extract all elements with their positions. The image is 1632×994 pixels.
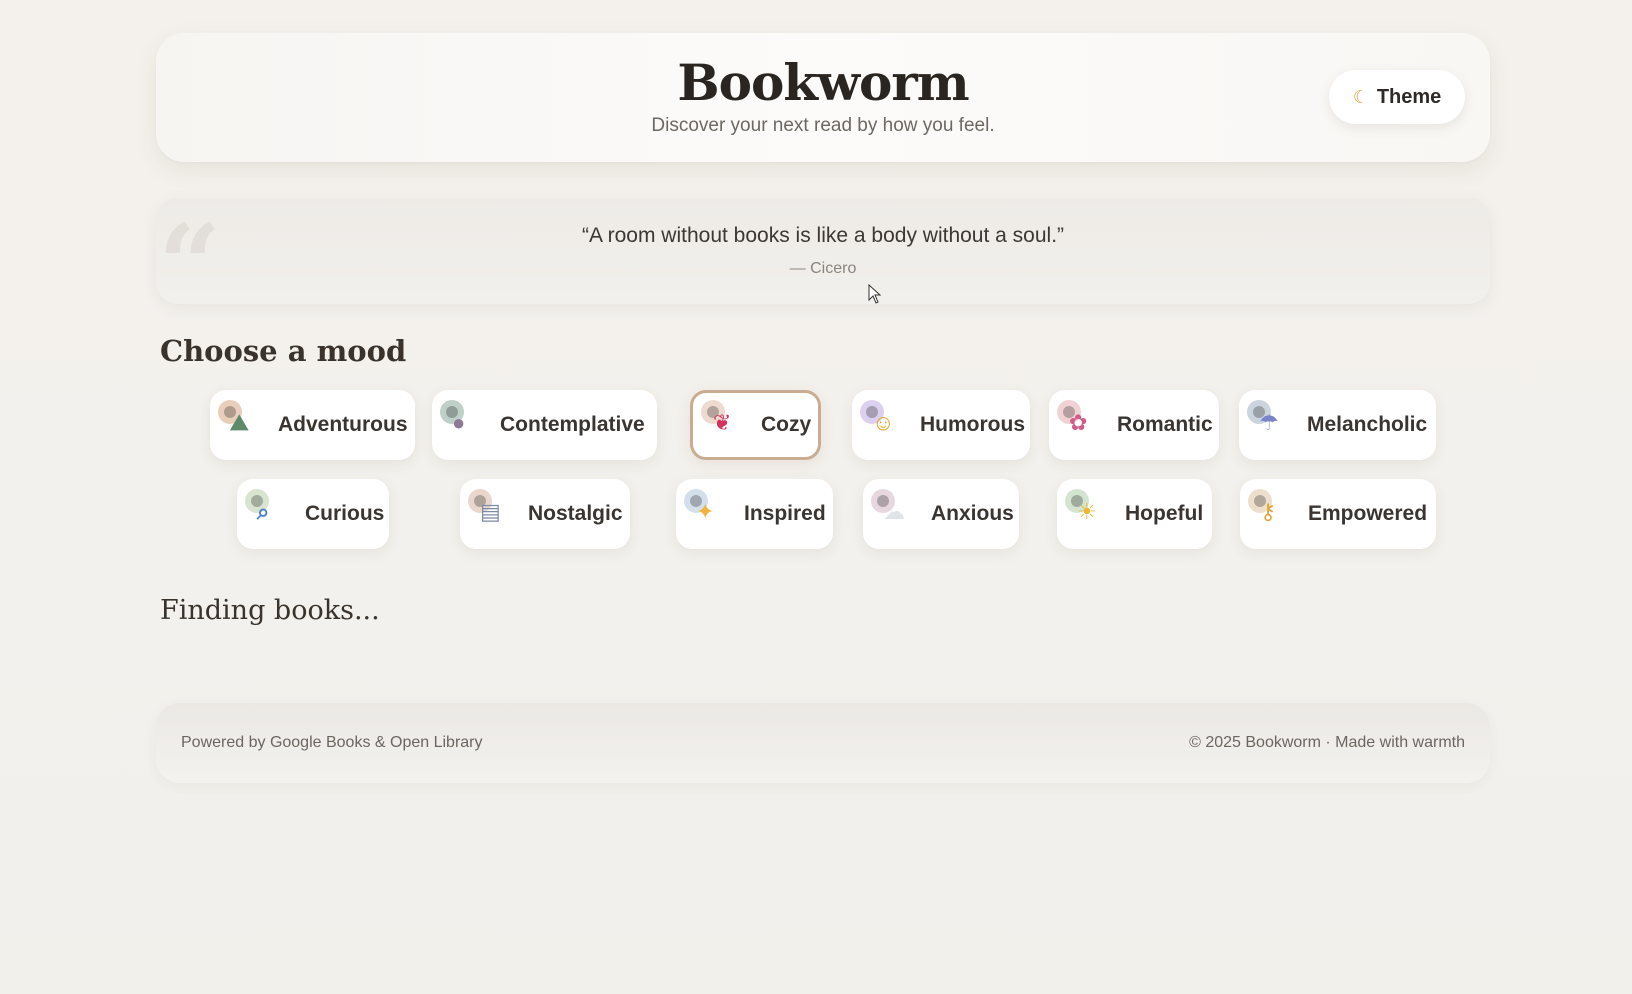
mood-button-adventurous[interactable]: ⛰ Adventurous: [210, 390, 415, 460]
mood-button-anxious[interactable]: ☁ Anxious: [863, 479, 1019, 549]
mood-row-2: ⌕ Curious ▤ Nostalgic ✦ Inspired ☁ Anxio…: [156, 479, 1490, 549]
header-card: Bookworm Discover your next read by how …: [156, 33, 1490, 162]
app-title: Bookworm: [677, 53, 969, 112]
mood-row-1: ⛰ Adventurous ● Contemplative ❦ Cozy ☺ H…: [156, 390, 1490, 460]
sparkles-icon: ✦: [684, 489, 722, 531]
key-icon: ⚷: [1248, 489, 1286, 531]
mood-label: Contemplative: [500, 413, 645, 436]
mood-button-melancholic[interactable]: ☂ Melancholic: [1239, 390, 1436, 460]
mood-section-heading: Choose a mood: [160, 334, 407, 368]
mood-label: Empowered: [1308, 502, 1428, 525]
quote-author: — Cicero: [789, 260, 857, 277]
blanket-icon: ❦: [701, 400, 739, 442]
mood-button-humorous[interactable]: ☺ Humorous: [852, 390, 1030, 460]
mood-label: Hopeful: [1125, 502, 1204, 525]
cloud-icon: ☁: [871, 489, 909, 531]
mood-label: Cozy: [761, 413, 812, 436]
mood-label: Anxious: [931, 502, 1014, 525]
bouquet-icon: ✿: [1057, 400, 1095, 442]
mood-button-inspired[interactable]: ✦ Inspired: [676, 479, 833, 549]
mood-label: Humorous: [920, 413, 1025, 436]
footer-copyright: © 2025 Bookworm · Made with warmth: [1189, 734, 1465, 751]
magnifier-icon: ⌕: [245, 489, 283, 531]
mood-label: Melancholic: [1307, 413, 1428, 436]
app-subtitle: Discover your next read by how you feel.: [651, 115, 995, 136]
quote-text: “A room without books is like a body wit…: [581, 224, 1065, 247]
mood-button-contemplative[interactable]: ● Contemplative: [432, 390, 657, 460]
thought-icon: ●: [440, 400, 478, 442]
loading-status: Finding books...: [160, 595, 380, 626]
theme-button-label: Theme: [1376, 85, 1442, 108]
radio-icon: ▤: [468, 489, 506, 531]
theme-toggle-button[interactable]: ☾ Theme: [1329, 70, 1465, 124]
mood-label: Inspired: [744, 502, 826, 525]
mood-label: Curious: [305, 502, 385, 525]
mood-button-nostalgic[interactable]: ▤ Nostalgic: [460, 479, 630, 549]
mountain-icon: ⛰: [218, 400, 256, 442]
moon-icon: ☾: [1352, 86, 1369, 107]
mood-label: Adventurous: [278, 413, 408, 436]
mouse-cursor-icon: [868, 284, 882, 304]
mood-label: Romantic: [1117, 413, 1213, 436]
rain-cloud-icon: ☂: [1247, 400, 1285, 442]
footer: Powered by Google Books & Open Library ©…: [156, 703, 1490, 783]
laughing-face-icon: ☺: [860, 400, 898, 442]
mood-button-cozy[interactable]: ❦ Cozy: [690, 390, 821, 460]
quote-card: “ “A room without books is like a body w…: [156, 198, 1490, 304]
mood-button-empowered[interactable]: ⚷ Empowered: [1240, 479, 1436, 549]
mood-button-romantic[interactable]: ✿ Romantic: [1049, 390, 1219, 460]
sun-cloud-icon: ☀: [1065, 489, 1103, 531]
footer-credits: Powered by Google Books & Open Library: [181, 734, 483, 751]
mood-label: Nostalgic: [528, 502, 623, 525]
mood-button-curious[interactable]: ⌕ Curious: [237, 479, 389, 549]
mood-button-hopeful[interactable]: ☀ Hopeful: [1057, 479, 1212, 549]
